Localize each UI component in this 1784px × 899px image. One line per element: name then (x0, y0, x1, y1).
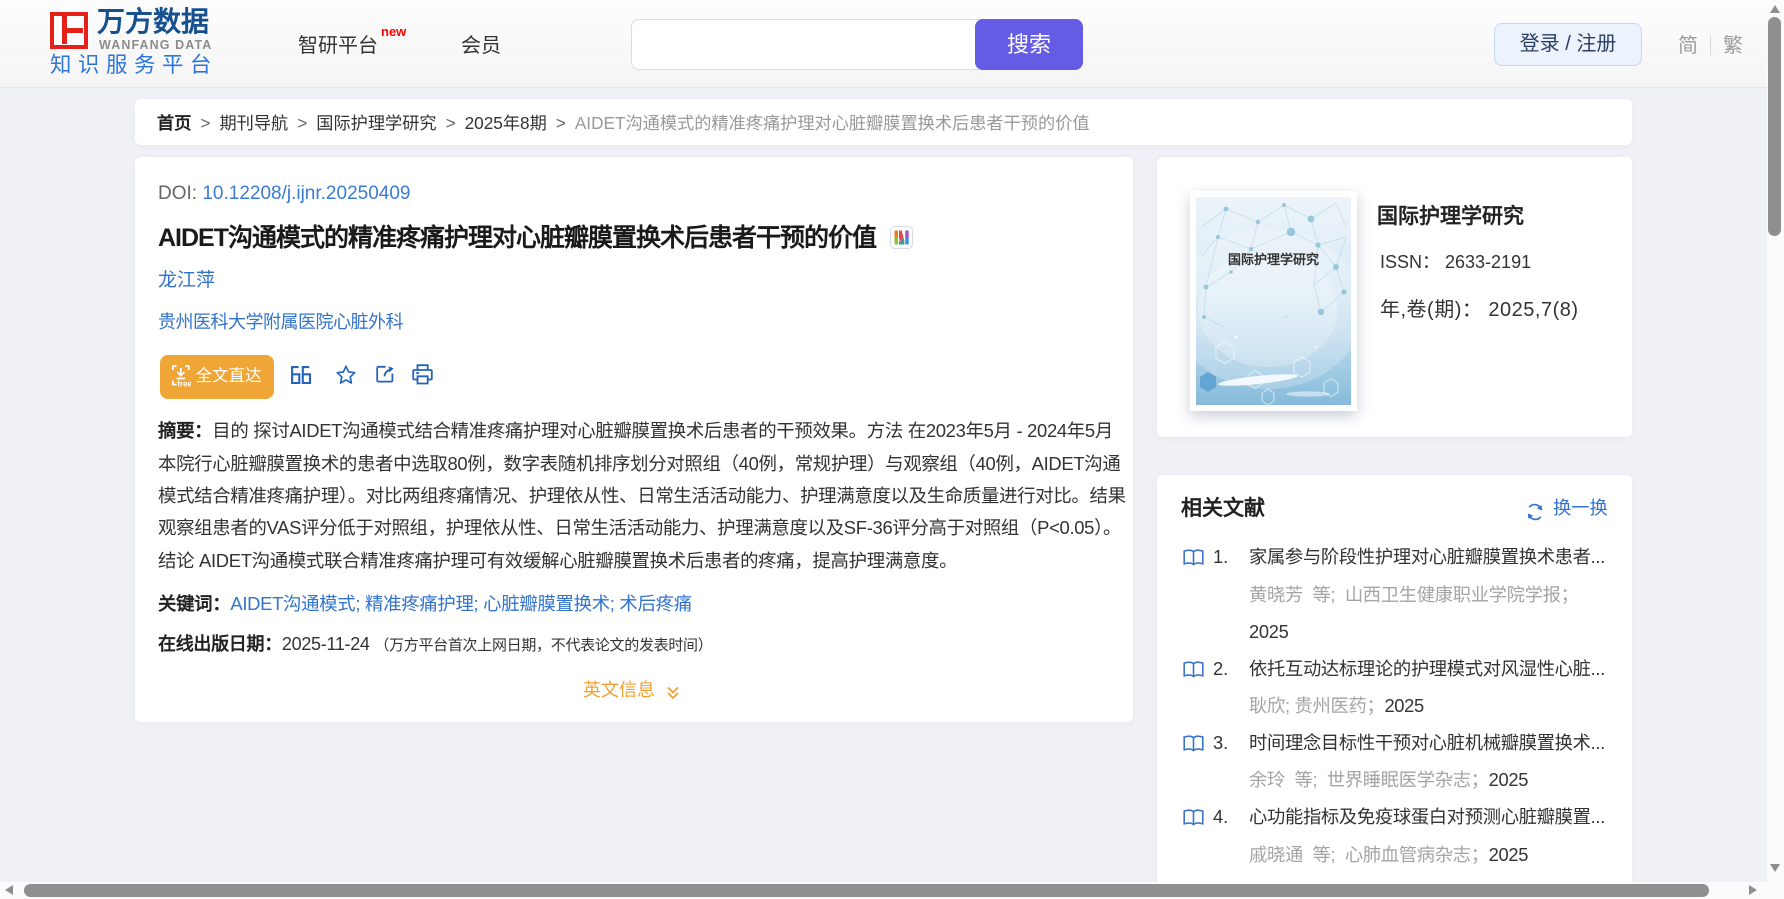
svg-text:free: free (177, 379, 191, 387)
